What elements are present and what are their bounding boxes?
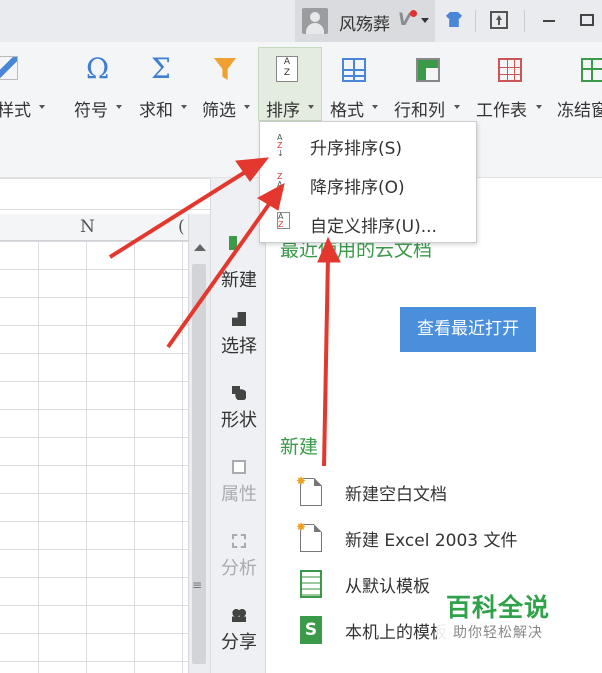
format-grid-icon (342, 58, 366, 82)
chevron-down-icon (308, 105, 314, 109)
side-item-select[interactable]: 选择 (211, 312, 267, 358)
side-item-properties[interactable]: 属性 (211, 460, 267, 506)
upload-share-icon[interactable] (490, 11, 508, 29)
side-item-analyze[interactable]: 分析 (211, 534, 267, 580)
scroll-up-arrow-icon[interactable] (194, 244, 206, 251)
chevron-down-icon (116, 105, 122, 109)
user-avatar-icon[interactable] (302, 8, 328, 34)
side-item-share[interactable]: 分享 (211, 608, 267, 654)
freeze-panes-button-label: 冻结窗 (557, 101, 602, 121)
username-label[interactable]: 风殇葬 (339, 10, 390, 35)
rows-columns-button-label: 行和列 (394, 101, 445, 121)
ascending-sort-icon: AZ ↓ (277, 133, 284, 158)
custom-sort-icon: AZ (277, 212, 290, 229)
worksheet-icon (498, 58, 522, 82)
omega-symbol-icon: Ω (86, 52, 110, 85)
cell-gridlines[interactable] (0, 241, 188, 673)
cell-style-icon (0, 56, 18, 80)
vertical-scrollbar[interactable] (188, 214, 210, 673)
panel-resize-grip-icon[interactable]: ≡ (192, 578, 202, 592)
sort-ascending-menu-item[interactable]: AZ ↓ 升序排序(S) (260, 125, 476, 163)
analyze-icon (232, 534, 246, 548)
restore-window-icon[interactable] (580, 14, 594, 26)
chevron-down-icon (372, 105, 378, 109)
template-icon (300, 570, 322, 598)
menu-item-label: 自定义排序(U)... (310, 217, 437, 237)
side-item-label: 新建 (221, 270, 257, 291)
side-item-label: 选择 (221, 336, 257, 357)
titlebar-divider (475, 10, 476, 32)
descending-sort-icon: ZA ↓ (277, 172, 284, 197)
chevron-down-icon (454, 105, 460, 109)
new-item-label: 新建 Excel 2003 文件 (345, 531, 518, 551)
new-item-label: 本机上的模板 (345, 623, 447, 643)
side-item-new[interactable]: 新建 (211, 260, 267, 292)
chevron-down-icon (181, 105, 187, 109)
minimize-window-icon[interactable] (543, 20, 555, 22)
scrollbar-thumb[interactable] (192, 264, 206, 664)
rows-columns-icon (416, 58, 440, 82)
spreadsheet-grid[interactable]: N ( (0, 214, 188, 673)
freeze-panes-icon (581, 58, 602, 82)
custom-sort-menu-item[interactable]: AZ 自定义排序(U)... (260, 203, 476, 241)
side-item-label: 形状 (221, 410, 257, 431)
excel-2003-document-icon: ✸ (296, 520, 322, 552)
properties-document-icon (232, 460, 246, 474)
new-item-label: 从默认模板 (345, 577, 430, 597)
view-recently-opened-button[interactable]: 查看最近打开 (400, 307, 536, 352)
sort-dropdown-menu: AZ ↓ 升序排序(S) ZA ↓ 降序排序(O) AZ 自定义排序(U)... (259, 121, 477, 243)
new-item-label: 新建空白文档 (345, 485, 447, 505)
user-menu-chevron-down-icon[interactable] (421, 18, 429, 23)
chevron-down-icon (244, 105, 250, 109)
chevron-down-icon (39, 105, 45, 109)
watermark-subtitle: 助你轻松解决 (453, 625, 543, 641)
side-item-label: 分析 (221, 558, 257, 579)
column-header-next[interactable]: ( (178, 217, 185, 237)
format-button-label: 格式 (330, 101, 364, 121)
menu-item-label: 升序排序(S) (310, 139, 403, 159)
local-template-icon: S (300, 616, 322, 644)
share-people-icon (232, 608, 246, 622)
new-section-heading: 新建 (280, 436, 319, 458)
style-button-label: 样式 (0, 101, 31, 121)
sort-descending-menu-item[interactable]: ZA ↓ 降序排序(O) (260, 164, 476, 202)
select-cursor-icon (232, 312, 246, 326)
watermark-logo-title: 百科全说 (446, 593, 551, 622)
notification-dot-icon (410, 10, 417, 17)
menu-item-label: 降序排序(O) (310, 178, 405, 198)
chevron-down-icon (536, 105, 542, 109)
shape-icon (232, 386, 246, 400)
side-item-label: 分享 (221, 632, 257, 653)
titlebar-divider (524, 10, 525, 32)
sort-icon: AZ (276, 56, 298, 82)
sum-button-label: 求和 (139, 101, 173, 121)
sigma-sum-icon: Σ (151, 52, 171, 85)
column-header-row: N ( (0, 214, 188, 241)
filter-button-label: 筛选 (202, 101, 236, 121)
new-tab-active-marker (229, 236, 237, 250)
side-item-shape[interactable]: 形状 (211, 386, 267, 432)
formula-bar-input[interactable] (0, 178, 212, 210)
worksheet-button-label: 工作表 (476, 101, 527, 121)
symbol-button-label: 符号 (74, 101, 108, 121)
sort-button-label: 排序 (266, 101, 300, 121)
side-item-label: 属性 (221, 484, 257, 505)
column-header-n[interactable]: N (80, 217, 95, 237)
blank-document-icon: ✸ (296, 474, 322, 506)
